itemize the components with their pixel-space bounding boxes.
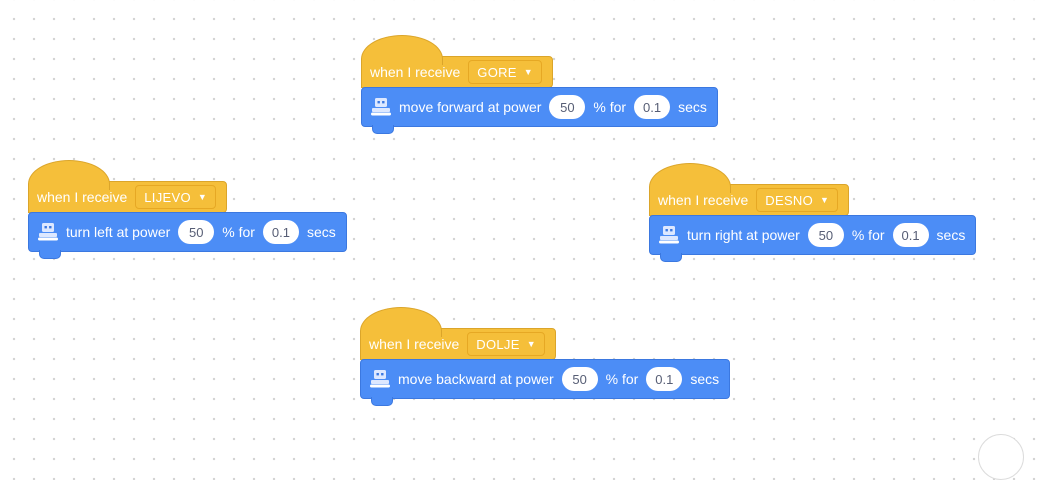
script-desno[interactable]: when I receive DESNO ▼ turn right at pow… — [649, 162, 977, 262]
message-value: LIJEVO — [144, 189, 191, 205]
when-i-receive-hat-block[interactable]: when I receive GORE ▼ — [361, 35, 553, 88]
chevron-down-icon: ▼ — [523, 67, 533, 77]
hat-label: when I receive — [370, 64, 461, 80]
hat-cap — [360, 307, 442, 337]
turn-left-block[interactable]: turn left at power 50 % for 0.1 secs — [28, 212, 347, 259]
message-dropdown[interactable]: LIJEVO ▼ — [135, 185, 217, 209]
message-value: DESNO — [765, 192, 814, 208]
time-input[interactable]: 0.1 — [262, 220, 299, 244]
message-value: GORE — [477, 64, 517, 80]
block-label-suffix: secs — [690, 371, 720, 387]
chevron-down-icon: ▼ — [820, 195, 830, 205]
hat-cap — [649, 163, 731, 193]
message-dropdown[interactable]: DESNO ▼ — [756, 188, 839, 212]
block-label-middle: % for — [222, 224, 255, 240]
robot-drivetrain-icon — [371, 98, 391, 116]
power-input[interactable]: 50 — [561, 367, 598, 391]
hat-label: when I receive — [369, 336, 460, 352]
when-i-receive-hat-block[interactable]: when I receive DESNO ▼ — [649, 163, 850, 216]
block-label-suffix: secs — [306, 224, 336, 240]
block-label-suffix: secs — [678, 99, 707, 115]
message-value: DOLJE — [476, 336, 520, 352]
when-i-receive-hat-block[interactable]: when I receive LIJEVO ▼ — [28, 160, 228, 213]
robot-drivetrain-icon — [370, 370, 390, 388]
hat-label: when I receive — [658, 192, 749, 208]
time-input[interactable]: 0.1 — [892, 223, 929, 247]
script-dolje[interactable]: when I receive DOLJE ▼ move backward at … — [360, 306, 731, 406]
when-i-receive-hat-block[interactable]: when I receive DOLJE ▼ — [360, 307, 556, 360]
code-canvas[interactable]: when I receive GORE ▼ move forward at po… — [0, 0, 1043, 480]
time-input[interactable]: 0.1 — [634, 95, 671, 119]
move-backward-block[interactable]: move backward at power 50 % for 0.1 secs — [360, 359, 731, 406]
message-dropdown[interactable]: GORE ▼ — [468, 60, 542, 84]
chevron-down-icon: ▼ — [526, 339, 536, 349]
turn-right-block[interactable]: turn right at power 50 % for 0.1 secs — [649, 215, 977, 262]
script-gore[interactable]: when I receive GORE ▼ move forward at po… — [361, 34, 718, 134]
block-label-prefix: move backward at power — [398, 371, 554, 387]
block-label-prefix: turn right at power — [687, 227, 800, 243]
message-dropdown[interactable]: DOLJE ▼ — [467, 332, 545, 356]
block-label-prefix: turn left at power — [66, 224, 171, 240]
block-label-suffix: secs — [936, 227, 966, 243]
power-input[interactable]: 50 — [807, 223, 844, 247]
block-label-middle: % for — [593, 99, 627, 115]
power-input[interactable]: 50 — [178, 220, 215, 244]
zoom-control-button[interactable] — [978, 434, 1024, 480]
block-label-prefix: move forward at power — [399, 99, 542, 115]
move-forward-block[interactable]: move forward at power 50 % for 0.1 secs — [361, 87, 718, 134]
script-lijevo[interactable]: when I receive LIJEVO ▼ turn left at pow… — [28, 159, 347, 259]
block-label-middle: % for — [851, 227, 885, 243]
chevron-down-icon: ▼ — [197, 192, 208, 202]
time-input[interactable]: 0.1 — [646, 367, 683, 391]
hat-cap — [28, 160, 110, 190]
block-label-middle: % for — [605, 371, 639, 387]
power-input[interactable]: 50 — [549, 95, 586, 119]
hat-label: when I receive — [37, 189, 128, 205]
robot-drivetrain-icon — [38, 223, 58, 241]
robot-drivetrain-icon — [659, 226, 679, 244]
hat-cap — [361, 35, 443, 65]
